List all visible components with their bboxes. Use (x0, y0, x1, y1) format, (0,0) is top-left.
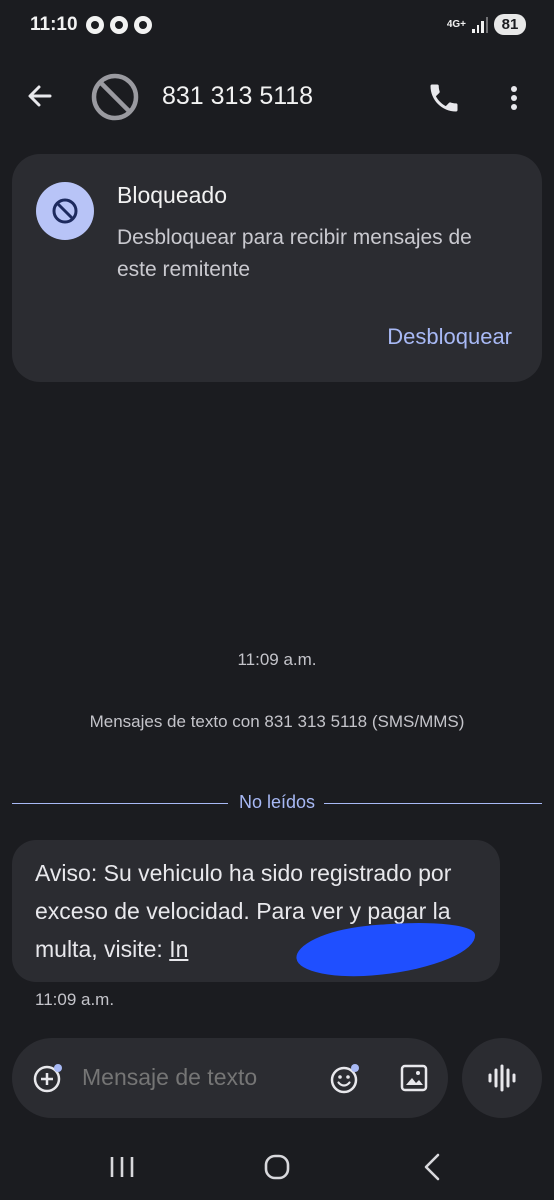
notification-icons (86, 16, 152, 34)
app-bar: 831 313 5118 (0, 60, 554, 132)
blocked-icon (52, 198, 78, 224)
voice-message-button[interactable] (462, 1038, 542, 1118)
network-label: 4G+ (446, 18, 466, 30)
status-right: 4G+ 81 (447, 14, 526, 35)
home-button[interactable] (263, 1153, 291, 1181)
gallery-button[interactable] (398, 1062, 430, 1094)
notification-icon (110, 16, 128, 34)
home-icon (264, 1154, 290, 1180)
call-button[interactable] (426, 80, 462, 116)
add-circle-icon (33, 1064, 62, 1093)
emoji-icon (330, 1064, 359, 1094)
notification-icon (134, 16, 152, 34)
voice-waveform-icon (488, 1064, 516, 1092)
emoji-button[interactable] (328, 1062, 362, 1096)
back-arrow-icon (28, 85, 52, 107)
status-bar: 11:10 4G+ 81 (0, 0, 554, 56)
message-input[interactable] (82, 1064, 312, 1091)
nav-back-button[interactable] (418, 1152, 446, 1182)
message-time: 11:09 a.m. (35, 990, 115, 1009)
gallery-icon (400, 1064, 428, 1092)
contact-title: 831 313 5118 (162, 82, 314, 110)
unread-label: No leídos (233, 792, 321, 812)
blocked-badge (36, 182, 94, 240)
recents-button[interactable] (108, 1154, 136, 1180)
conversation-timestamp: 11:09 a.m. (237, 650, 317, 669)
blocked-icon (91, 73, 139, 121)
conversation-info: Mensajes de texto con 831 313 5118 (SMS/… (89, 712, 465, 731)
add-attachment-button[interactable] (32, 1062, 64, 1094)
blocked-banner: Bloqueado Desbloquear para recibir mensa… (12, 154, 542, 382)
more-options-button[interactable] (496, 80, 532, 116)
signal-icon (472, 16, 488, 33)
unread-label-wrap: No leídos (12, 792, 542, 813)
back-button[interactable] (22, 78, 58, 114)
battery-indicator: 81 (494, 14, 526, 35)
phone-icon (430, 84, 458, 112)
notification-icon (86, 16, 104, 34)
system-nav-bar (0, 1134, 554, 1200)
message-link[interactable]: In (169, 936, 188, 962)
contact-avatar[interactable] (90, 72, 140, 122)
unread-divider: No leídos (12, 792, 542, 814)
composer (12, 1038, 448, 1118)
blocked-title: Bloqueado (117, 182, 227, 208)
status-time: 11:10 (30, 14, 78, 35)
recents-icon (110, 1157, 134, 1177)
more-vert-icon (511, 86, 517, 110)
unblock-button[interactable]: Desbloquear (387, 324, 512, 350)
blocked-description: Desbloquear para recibir mensajes de est… (117, 226, 472, 281)
nav-back-icon (424, 1153, 440, 1181)
